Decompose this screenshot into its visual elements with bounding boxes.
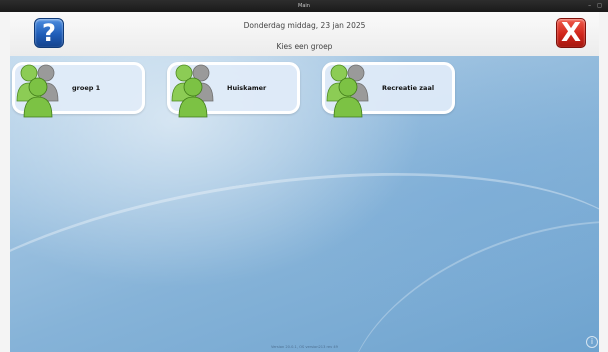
version-text: Version 20.0.1, OS version213 rev 49: [271, 345, 338, 349]
window-title: Main: [298, 3, 310, 9]
group-label: groep 1: [72, 84, 101, 92]
app-area: ? Donderdag middag, 23 jan 2025 Kies een…: [10, 12, 599, 352]
info-icon[interactable]: i: [586, 336, 598, 348]
group-label: Huiskamer: [227, 84, 267, 92]
group-label: Recreatie zaal: [382, 84, 435, 92]
group-card-groep-1[interactable]: groep 1: [12, 62, 145, 118]
window-controls[interactable]: – ◻: [588, 0, 604, 12]
group-card-recreatie-zaal[interactable]: Recreatie zaal: [322, 62, 455, 118]
window-titlebar: Main – ◻: [0, 0, 608, 12]
group-people-icon: [326, 64, 369, 118]
group-list: groep 1 Huiskamer Recreatie zaal: [10, 12, 599, 352]
group-people-icon: [171, 64, 214, 118]
group-people-icon: [16, 64, 59, 118]
group-card-huiskamer[interactable]: Huiskamer: [167, 62, 300, 118]
